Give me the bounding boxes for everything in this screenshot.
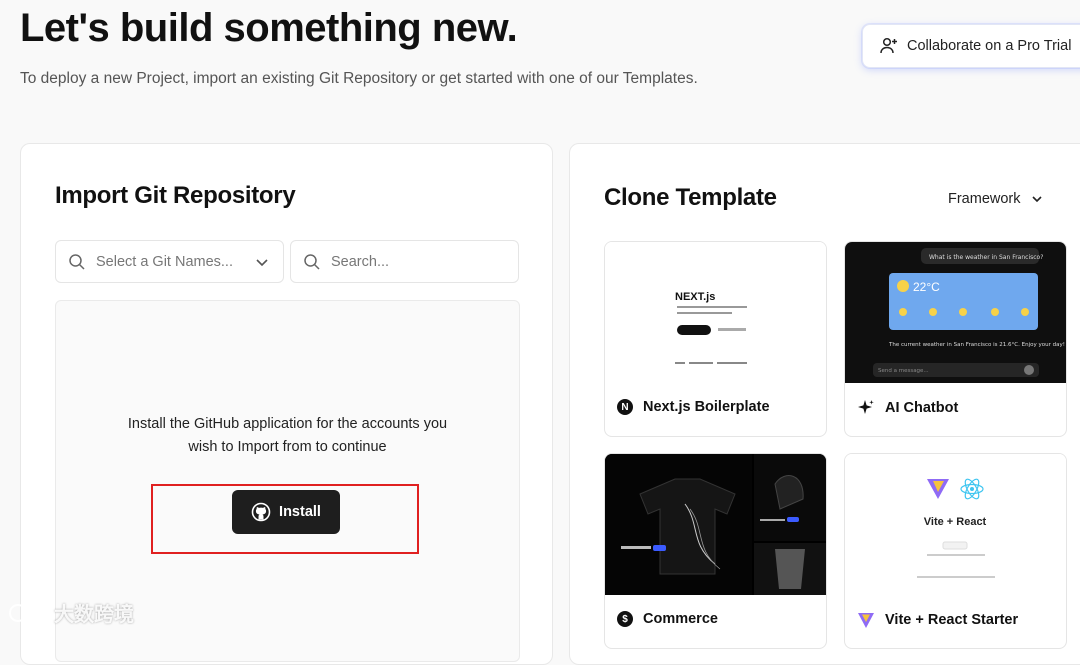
github-icon (251, 502, 271, 522)
nextjs-icon: N (617, 399, 633, 415)
framework-label: Framework (948, 191, 1021, 207)
search-icon (69, 253, 85, 270)
add-user-icon (880, 37, 897, 54)
search-placeholder: Search... (331, 253, 390, 270)
commerce-preview (605, 454, 826, 595)
watermark-text: 大数跨境 (54, 604, 134, 626)
import-title: Import Git Repository (55, 182, 296, 209)
template-name: AI Chatbot (885, 400, 959, 416)
pro-trial-label: Collaborate on a Pro Trial (907, 38, 1072, 54)
template-card-ai-chatbot[interactable]: What is the weather in San Francisco? 22… (844, 241, 1067, 437)
vite-react-preview: Vite + React (845, 454, 1066, 595)
template-name: Commerce (643, 611, 718, 627)
template-label: $ Commerce (617, 611, 718, 627)
namespace-select-label: Select a Git Names... (96, 253, 233, 270)
clone-template-panel: Clone Template Framework NEXT.js N Next.… (569, 143, 1080, 665)
vite-icon (858, 613, 874, 628)
chevron-down-icon (256, 258, 268, 266)
install-button[interactable]: Install (232, 490, 340, 534)
framework-filter[interactable]: Framework (948, 191, 1043, 207)
template-label: N Next.js Boilerplate (617, 399, 770, 415)
template-card-vite-react[interactable]: Vite + React Vite + React Starter (844, 453, 1067, 649)
chatbot-preview-answer: The current weather in San Francisco is … (888, 342, 1065, 348)
watermark-logo-icon (9, 603, 48, 622)
template-label: Vite + React Starter (857, 611, 1018, 629)
template-card-commerce[interactable]: $ Commerce (604, 453, 827, 649)
chevron-down-icon (1031, 196, 1042, 203)
git-namespace-select[interactable]: Select a Git Names... (55, 240, 284, 283)
chatbot-preview-temp: 22°C (913, 280, 940, 294)
install-message-line2: wish to Import from to continue (188, 439, 387, 455)
sparkle-icon (858, 400, 874, 414)
dollar-icon: $ (617, 611, 633, 627)
chatbot-preview-question: What is the weather in San Francisco? (929, 254, 1043, 261)
chatbot-preview-input: Send a message... (878, 368, 929, 374)
clone-title: Clone Template (604, 184, 777, 211)
install-label: Install (279, 504, 321, 520)
template-name: Vite + React Starter (885, 612, 1019, 628)
template-name: Next.js Boilerplate (643, 399, 770, 415)
template-card-nextjs[interactable]: NEXT.js N Next.js Boilerplate (604, 241, 827, 437)
nextjs-preview-logo: NEXT.js (675, 291, 715, 303)
install-message: Install the GitHub application for the a… (56, 413, 519, 459)
pro-trial-button[interactable]: Collaborate on a Pro Trial (862, 24, 1080, 68)
vite-preview-title: Vite + React (924, 516, 987, 528)
page-subtitle: To deploy a new Project, import an exist… (20, 70, 698, 87)
repo-search-input[interactable]: Search... (290, 240, 519, 283)
search-icon (304, 253, 320, 270)
nextjs-preview: NEXT.js (605, 242, 826, 383)
page-title: Let's build something new. (20, 6, 518, 50)
template-label: AI Chatbot (857, 399, 958, 417)
watermark: 大数跨境 (8, 598, 134, 627)
chatbot-preview: What is the weather in San Francisco? 22… (845, 242, 1066, 383)
import-git-panel: Import Git Repository Select a Git Names… (20, 143, 553, 665)
install-message-line1: Install the GitHub application for the a… (127, 416, 448, 432)
